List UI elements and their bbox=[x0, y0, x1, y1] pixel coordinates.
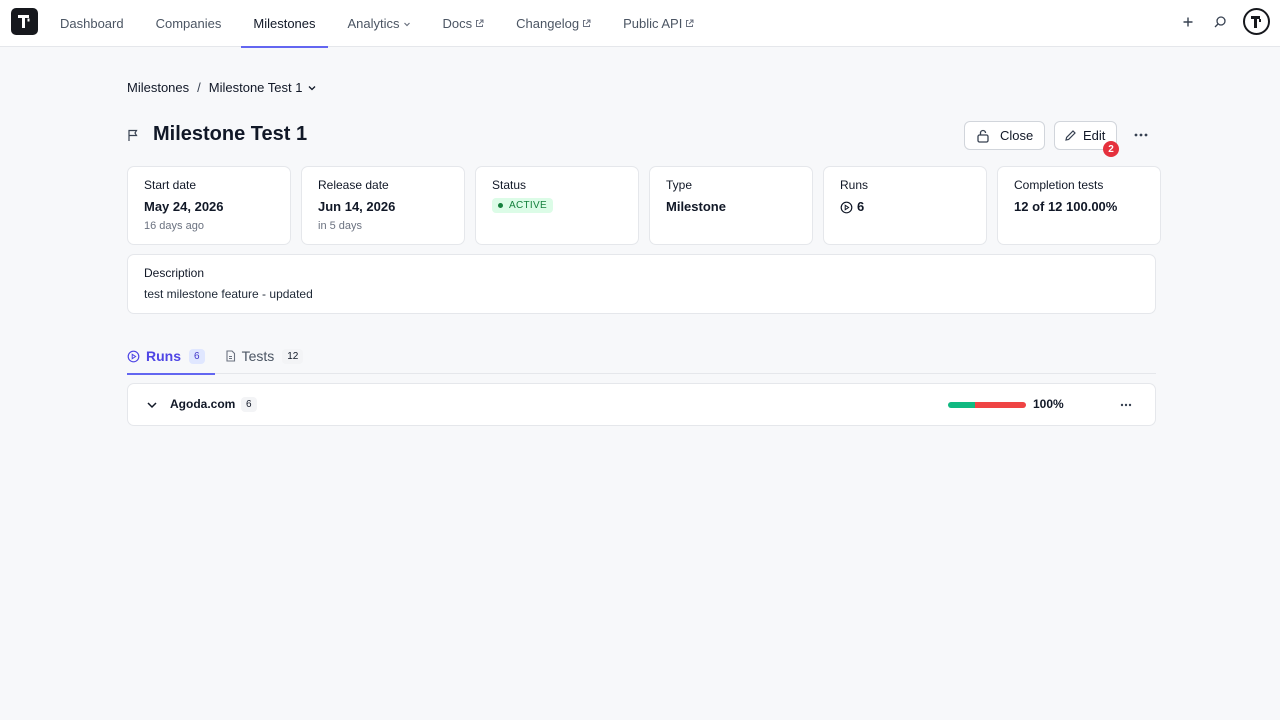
progress-percent: 100% bbox=[1033, 397, 1064, 411]
type-label: Type bbox=[666, 178, 693, 192]
completion-label: Completion tests bbox=[1014, 178, 1104, 192]
nav-companies-label: Companies bbox=[155, 16, 222, 31]
nav-public-api[interactable]: Public API bbox=[611, 0, 706, 47]
runs-label: Runs bbox=[840, 178, 869, 192]
nav-public-api-label: Public API bbox=[623, 16, 683, 31]
release-date-relative: in 5 days bbox=[318, 220, 363, 232]
nav-analytics-label: Analytics bbox=[347, 16, 400, 31]
release-date-card: Release date Jun 14, 2026 in 5 days bbox=[301, 166, 465, 245]
status-dot-icon bbox=[498, 203, 503, 208]
app-logo-icon[interactable] bbox=[11, 8, 38, 35]
status-badge-label: ACTIVE bbox=[509, 200, 547, 211]
nav-companies[interactable]: Companies bbox=[144, 0, 234, 47]
progress-passed-segment bbox=[948, 402, 976, 408]
start-date-card: Start date May 24, 2026 16 days ago bbox=[127, 166, 291, 245]
progress-bar bbox=[948, 402, 1026, 408]
play-circle-icon bbox=[127, 350, 140, 362]
type-card: Type Milestone bbox=[649, 166, 813, 245]
nav-dashboard[interactable]: Dashboard bbox=[48, 0, 136, 47]
nav-analytics[interactable]: Analytics bbox=[336, 0, 423, 47]
flag-icon bbox=[128, 129, 138, 141]
status-badge: ACTIVE bbox=[492, 198, 553, 213]
start-date-label: Start date bbox=[144, 178, 197, 192]
status-label: Status bbox=[492, 178, 527, 192]
list-item[interactable]: Agoda.com 6 100% bbox=[127, 383, 1156, 426]
edit-notification-badge: 2 bbox=[1103, 141, 1119, 157]
runs-value-row: 6 bbox=[840, 199, 970, 215]
nav-milestones-label: Milestones bbox=[253, 16, 316, 31]
more-icon[interactable] bbox=[1130, 124, 1152, 146]
breadcrumb-current-label: Milestone Test 1 bbox=[208, 80, 303, 95]
nav-milestones[interactable]: Milestones bbox=[241, 0, 328, 48]
start-date-relative: 16 days ago bbox=[144, 220, 204, 232]
chevron-down-icon[interactable] bbox=[145, 398, 159, 412]
description-text: test milestone feature - updated bbox=[144, 287, 313, 301]
nav-docs-label: Docs bbox=[442, 16, 473, 31]
top-navigation-bar: Dashboard Companies Milestones Analytics… bbox=[0, 0, 1280, 48]
play-circle-icon bbox=[840, 201, 853, 213]
breadcrumb-current[interactable]: Milestone Test 1 bbox=[209, 80, 318, 95]
completion-card: Completion tests 12 of 12 100.00% bbox=[997, 166, 1161, 245]
breadcrumb-root[interactable]: Milestones bbox=[127, 80, 189, 95]
breadcrumb-separator: / bbox=[197, 80, 201, 95]
tab-runs-count: 6 bbox=[189, 348, 205, 364]
file-icon bbox=[226, 350, 235, 362]
more-icon[interactable] bbox=[1115, 395, 1137, 415]
runs-value: 6 bbox=[857, 199, 865, 214]
chevron-down-icon bbox=[309, 85, 316, 90]
breadcrumb: Milestones / Milestone Test 1 bbox=[127, 80, 317, 95]
release-date-value: Jun 14, 2026 bbox=[318, 199, 396, 214]
chevron-down-icon bbox=[403, 22, 410, 26]
release-date-label: Release date bbox=[318, 178, 389, 192]
group-name: Agoda.com bbox=[170, 397, 236, 411]
start-date-value: May 24, 2026 bbox=[144, 199, 224, 214]
nav-docs[interactable]: Docs bbox=[431, 0, 497, 47]
tabs: Runs 6 Tests 12 bbox=[127, 338, 1156, 375]
page-title: Milestone Test 1 bbox=[153, 123, 308, 145]
group-count: 6 bbox=[241, 397, 257, 412]
type-value: Milestone bbox=[666, 199, 726, 214]
pencil-icon bbox=[1065, 130, 1076, 141]
description-label: Description bbox=[144, 266, 205, 280]
external-link-icon bbox=[476, 19, 484, 27]
completion-value: 12 of 12 100.00% bbox=[1014, 199, 1118, 214]
nav-dashboard-label: Dashboard bbox=[60, 16, 124, 31]
title-row: Milestone Test 1 Close Edit 2 bbox=[127, 121, 1156, 157]
nav-changelog-label: Changelog bbox=[516, 16, 580, 31]
status-card: Status ACTIVE bbox=[475, 166, 639, 245]
plus-icon[interactable] bbox=[1177, 11, 1199, 33]
tab-runs-label: Runs bbox=[146, 348, 181, 364]
close-button-label: Close bbox=[1000, 128, 1034, 143]
avatar-icon[interactable] bbox=[1243, 8, 1270, 35]
tab-tests-label: Tests bbox=[241, 348, 275, 364]
description-card: Description test milestone feature - upd… bbox=[127, 254, 1156, 314]
external-link-icon bbox=[686, 19, 694, 27]
progress-failed-segment bbox=[975, 402, 1026, 408]
main-nav: Dashboard Companies Milestones Analytics… bbox=[48, 0, 714, 48]
tab-runs[interactable]: Runs 6 bbox=[127, 338, 215, 375]
lock-icon bbox=[977, 129, 989, 143]
edit-button-label: Edit bbox=[1083, 128, 1106, 143]
close-button[interactable]: Close bbox=[964, 121, 1045, 150]
runs-card: Runs 6 bbox=[823, 166, 987, 245]
search-icon[interactable] bbox=[1209, 11, 1231, 33]
stat-cards: Start date May 24, 2026 16 days ago Rele… bbox=[127, 166, 1161, 245]
nav-changelog[interactable]: Changelog bbox=[504, 0, 603, 47]
tab-tests-count: 12 bbox=[282, 348, 304, 364]
tab-tests[interactable]: Tests 12 bbox=[225, 338, 314, 374]
top-actions bbox=[1177, 8, 1270, 35]
external-link-icon bbox=[583, 19, 591, 27]
